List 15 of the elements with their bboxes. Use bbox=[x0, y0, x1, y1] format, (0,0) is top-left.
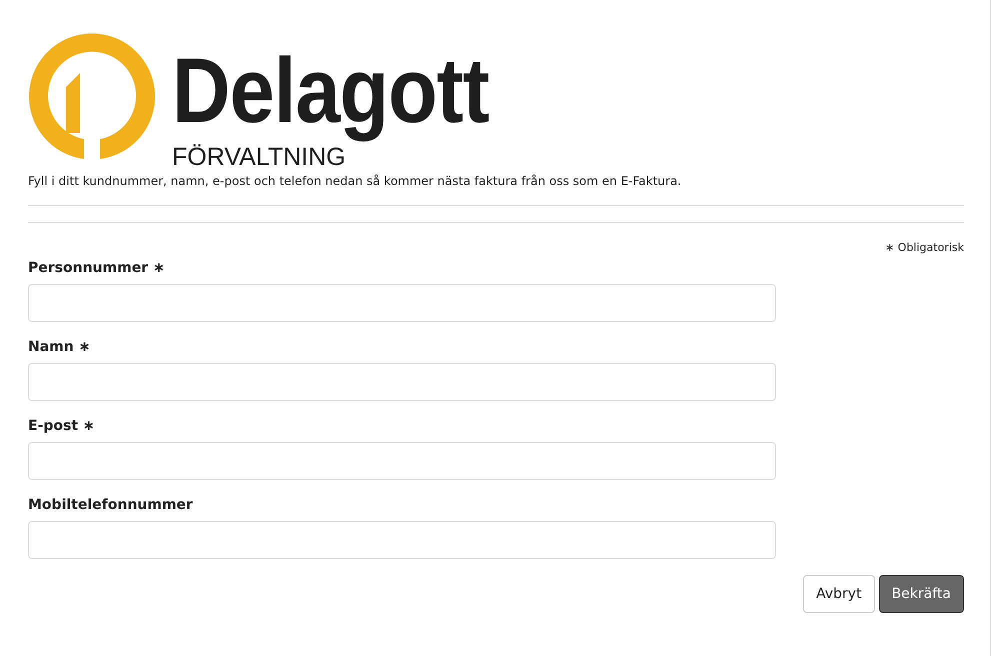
required-legend: ∗ Obligatorisk bbox=[885, 240, 964, 254]
input-field[interactable] bbox=[28, 442, 776, 480]
logo-wordmark: Delagott bbox=[172, 39, 489, 144]
input-field[interactable] bbox=[28, 520, 776, 559]
field-label: Personnummer ∗ bbox=[28, 260, 165, 276]
logo-subtitle: FÖRVALTNING bbox=[172, 144, 346, 170]
intro-text: Fyll i ditt kundnummer, namn, e-post och telefon nedan så kommer nästa faktura från oss som en E-Faktura. bbox=[28, 174, 682, 188]
logo-icon bbox=[28, 33, 156, 160]
field-label: Mobiltelefonnummer bbox=[28, 496, 193, 513]
confirm-button[interactable]: Bekräfta bbox=[878, 574, 964, 613]
cancel-button[interactable]: Avbryt bbox=[803, 574, 875, 613]
input-field[interactable] bbox=[28, 362, 776, 401]
field-label: Namn ∗ bbox=[28, 338, 90, 355]
field-label: E-post ∗ bbox=[28, 418, 95, 434]
input-field[interactable] bbox=[28, 284, 776, 322]
